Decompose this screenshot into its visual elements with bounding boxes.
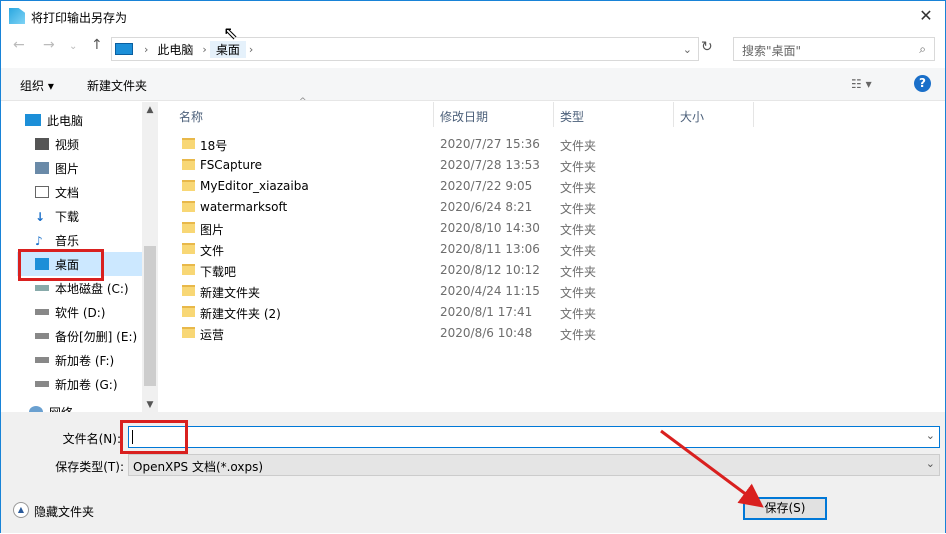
mouse-cursor: ⇖ [223, 23, 239, 44]
save-dialog: 将打印输出另存为 ✕ ← → ⌄ ↑ › 此电脑 › 桌面 › ⌄ ↻ 搜索"桌… [0, 0, 946, 533]
annotation-arrow [660, 429, 764, 508]
